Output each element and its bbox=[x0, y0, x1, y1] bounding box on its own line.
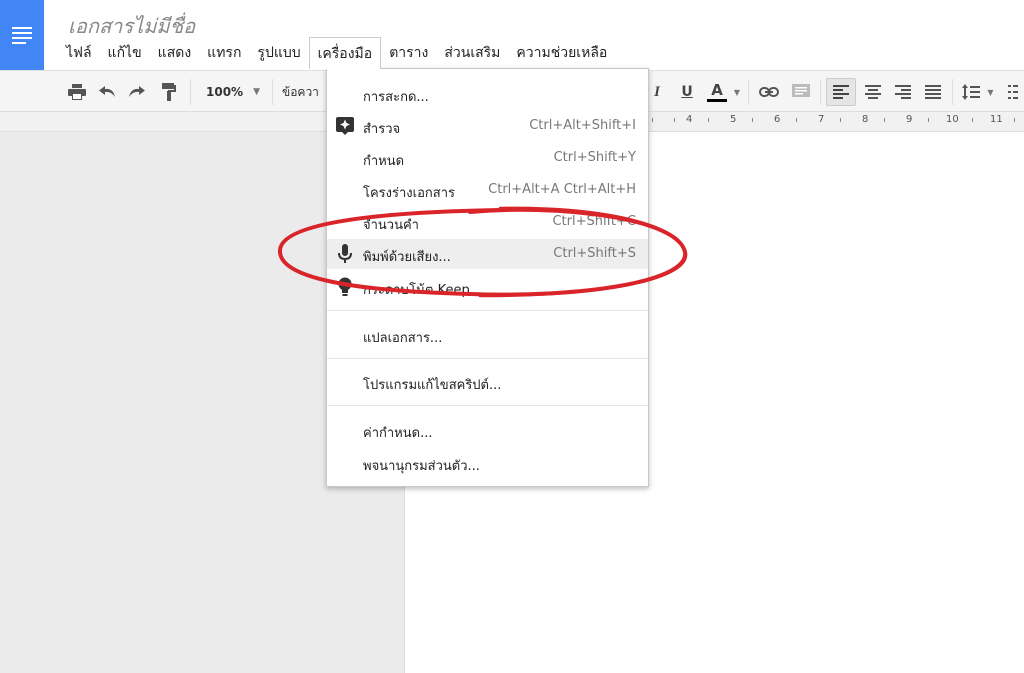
print-icon[interactable] bbox=[64, 78, 90, 106]
menu-help[interactable]: ความช่วยเหลือ bbox=[508, 36, 615, 70]
ruler-number: 9 bbox=[906, 114, 913, 125]
menu-item-spelling[interactable]: การสะกด... bbox=[327, 79, 648, 109]
menu-item-personal-dictionary[interactable]: พจนานุกรมส่วนตัว... bbox=[327, 448, 648, 478]
menu-item-document-outline[interactable]: โครงร่างเอกสาร Ctrl+Alt+A Ctrl+Alt+H bbox=[327, 175, 648, 205]
chevron-down-icon: ▼ bbox=[987, 87, 994, 97]
logo-line bbox=[12, 37, 32, 39]
paragraph-style-select[interactable]: ข้อควา bbox=[282, 78, 326, 106]
logo-line bbox=[12, 42, 26, 44]
ruler-tick bbox=[674, 118, 675, 122]
zoom-value: 100% bbox=[206, 85, 244, 99]
ruler-tick bbox=[884, 118, 885, 122]
menu-item-shortcut: Ctrl+Alt+Shift+I bbox=[529, 118, 636, 133]
menu-insert[interactable]: แทรก bbox=[199, 36, 249, 70]
docs-logo[interactable] bbox=[0, 0, 44, 70]
chevron-down-icon[interactable]: ▼ bbox=[732, 78, 742, 106]
ruler-number: 8 bbox=[862, 114, 869, 125]
ruler-number: 6 bbox=[774, 114, 781, 125]
menu-item-shortcut: Ctrl+Shift+C bbox=[552, 214, 636, 229]
menu-view[interactable]: แสดง bbox=[150, 36, 200, 70]
ruler-number: 10 bbox=[946, 114, 959, 125]
align-left-icon[interactable] bbox=[826, 78, 856, 106]
paint-format-icon[interactable] bbox=[156, 78, 182, 106]
lightbulb-icon bbox=[335, 277, 355, 297]
text-color-swatch bbox=[707, 99, 727, 102]
explore-icon bbox=[335, 116, 355, 136]
menu-item-label: แปลเอกสาร... bbox=[363, 331, 443, 346]
ruler-number: 7 bbox=[818, 114, 825, 125]
menu-item-label: พิมพ์ด้วยเสียง... bbox=[363, 250, 451, 265]
microphone-icon bbox=[335, 244, 355, 264]
ruler-tick bbox=[752, 118, 753, 122]
menu-separator bbox=[327, 310, 648, 311]
align-center-icon[interactable] bbox=[860, 78, 886, 106]
numbered-list-icon[interactable] bbox=[1008, 78, 1024, 106]
ruler-number: 5 bbox=[730, 114, 737, 125]
link-icon[interactable] bbox=[756, 78, 782, 106]
ruler-number: 11 bbox=[990, 114, 1003, 125]
menu-item-label: โปรแกรมแก้ไขสคริปต์... bbox=[363, 378, 502, 393]
ruler-tick bbox=[840, 118, 841, 122]
toolbar-divider bbox=[748, 79, 749, 105]
align-justify-icon[interactable] bbox=[920, 78, 946, 106]
menu-item-shortcut: Ctrl+Alt+A Ctrl+Alt+H bbox=[488, 182, 636, 197]
menu-item-preferences[interactable]: ค่ากำหนด... bbox=[327, 415, 648, 445]
ruler-tick bbox=[796, 118, 797, 122]
text-color-button[interactable]: A bbox=[704, 78, 730, 106]
menu-item-label: โครงร่างเอกสาร bbox=[363, 186, 455, 201]
menu-item-label: พจนานุกรมส่วนตัว... bbox=[363, 459, 480, 474]
menu-tools[interactable]: เครื่องมือ bbox=[308, 37, 382, 69]
menu-item-label: กำหนด bbox=[363, 154, 405, 169]
text-color-letter: A bbox=[711, 81, 723, 99]
ruler-tick bbox=[972, 118, 973, 122]
chevron-down-icon: ▼ bbox=[253, 87, 260, 97]
menu-edit[interactable]: แก้ไข bbox=[100, 36, 150, 70]
menu-table[interactable]: ตาราง bbox=[381, 36, 436, 70]
menu-item-shortcut: Ctrl+Shift+Y bbox=[553, 150, 636, 165]
toolbar-divider bbox=[190, 79, 191, 105]
ruler[interactable]: 4 5 6 7 8 9 10 11 bbox=[648, 112, 1024, 130]
menu-item-script-editor[interactable]: โปรแกรมแก้ไขสคริปต์... bbox=[327, 367, 648, 397]
line-spacing-icon[interactable]: ▼ bbox=[960, 78, 996, 106]
menu-item-define[interactable]: กำหนด Ctrl+Shift+Y bbox=[327, 143, 648, 173]
undo-icon[interactable] bbox=[94, 78, 120, 106]
menu-item-explore[interactable]: สำรวจ Ctrl+Alt+Shift+I bbox=[327, 111, 648, 141]
ruler-tick bbox=[928, 118, 929, 122]
ruler-number: 4 bbox=[686, 114, 693, 125]
menu-item-label: ค่ากำหนด... bbox=[363, 426, 433, 441]
toolbar-divider bbox=[272, 79, 273, 105]
italic-button[interactable]: I bbox=[648, 78, 666, 106]
menu-item-shortcut: Ctrl+Shift+S bbox=[553, 246, 636, 261]
menu-separator bbox=[327, 358, 648, 359]
ruler-tick bbox=[1014, 118, 1015, 122]
logo-line bbox=[12, 32, 32, 34]
underline-button[interactable]: U bbox=[676, 78, 698, 106]
menu-item-label: สำรวจ bbox=[363, 122, 401, 137]
menu-item-voice-typing[interactable]: พิมพ์ด้วยเสียง... Ctrl+Shift+S bbox=[327, 239, 648, 269]
menu-item-label: กระดาษโน้ต Keep bbox=[363, 283, 470, 298]
menu-format[interactable]: รูปแบบ bbox=[249, 36, 308, 70]
menu-item-label: การสะกด... bbox=[363, 90, 429, 105]
ruler-tick bbox=[652, 118, 653, 122]
menu-file[interactable]: ไฟล์ bbox=[58, 36, 100, 70]
menu-bar: ไฟล์ แก้ไข แสดง แทรก รูปแบบ เครื่องมือ ต… bbox=[58, 36, 615, 70]
redo-icon[interactable] bbox=[124, 78, 150, 106]
ruler-tick bbox=[708, 118, 709, 122]
menu-separator bbox=[327, 405, 648, 406]
menu-item-word-count[interactable]: จำนวนคำ Ctrl+Shift+C bbox=[327, 207, 648, 237]
menu-item-label: จำนวนคำ bbox=[363, 218, 419, 233]
toolbar-divider bbox=[820, 79, 821, 105]
toolbar-divider bbox=[952, 79, 953, 105]
zoom-select[interactable]: 100% ▼ bbox=[200, 78, 266, 106]
logo-line bbox=[12, 27, 32, 29]
menu-item-translate[interactable]: แปลเอกสาร... bbox=[327, 320, 648, 350]
menu-addons[interactable]: ส่วนเสริม bbox=[436, 36, 508, 70]
menu-item-keep-notepad[interactable]: กระดาษโน้ต Keep bbox=[327, 272, 648, 302]
align-right-icon[interactable] bbox=[890, 78, 916, 106]
tools-menu: การสะกด... สำรวจ Ctrl+Alt+Shift+I กำหนด … bbox=[326, 68, 649, 487]
comment-icon[interactable] bbox=[788, 78, 814, 106]
